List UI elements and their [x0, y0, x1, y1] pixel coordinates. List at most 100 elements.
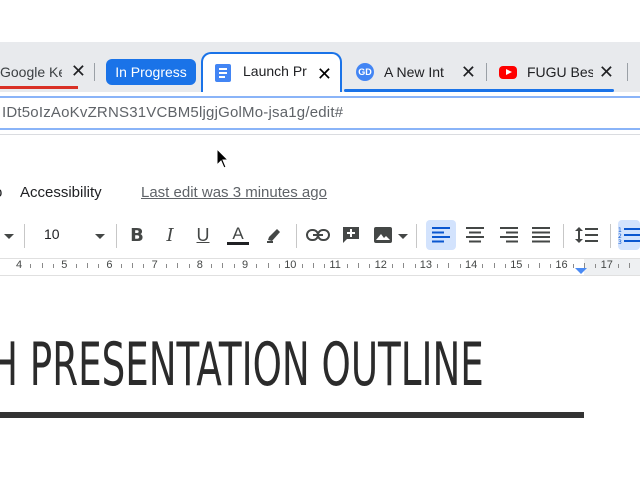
- ruler-tick: [222, 263, 224, 268]
- underline-icon[interactable]: U: [192, 220, 214, 250]
- ruler-tick: [30, 264, 32, 268]
- tab-fugu[interactable]: FUGU Bes ✕: [498, 55, 620, 89]
- menu-item-help-partial[interactable]: o: [0, 184, 2, 201]
- ruler-tick: [538, 263, 540, 268]
- google-docs-icon: [215, 64, 231, 82]
- ruler-tick: [482, 264, 484, 268]
- toolbar-divider: [296, 224, 297, 248]
- tab-group-chip[interactable]: In Progress: [106, 59, 196, 85]
- ruler-number: 15: [510, 259, 523, 271]
- ruler-tick: [41, 263, 43, 268]
- insert-image-icon[interactable]: [372, 220, 394, 250]
- image-dropdown-caret-icon[interactable]: [398, 234, 408, 239]
- last-edit-link[interactable]: Last edit was 3 minutes ago: [141, 184, 327, 201]
- ruler-tick: [550, 264, 552, 268]
- ruler-tick: [256, 264, 258, 268]
- align-left-icon[interactable]: [426, 220, 456, 250]
- ruler-number: 5: [61, 259, 68, 271]
- right-indent-marker-icon[interactable]: [575, 268, 587, 274]
- ruler-tick: [98, 264, 100, 268]
- ruler-tick: [132, 263, 133, 268]
- ruler-tick: [414, 264, 416, 268]
- tab-title: Google Ke: [0, 64, 62, 80]
- browser-top-area: [0, 0, 640, 42]
- toolbar-divider: [563, 224, 564, 248]
- toolbar-divider: [610, 224, 611, 248]
- ruler-number: 14: [465, 259, 478, 271]
- ruler-tick: [165, 264, 167, 268]
- ruler-tick: [143, 264, 145, 268]
- ruler-number: 6: [106, 259, 113, 271]
- ruler-tick: [324, 264, 326, 268]
- ruler-tick: [86, 263, 88, 268]
- line-spacing-icon[interactable]: [574, 220, 600, 250]
- mouse-pointer-icon: [216, 148, 230, 169]
- bold-icon[interactable]: B: [126, 220, 148, 250]
- ruler-number: 7: [151, 259, 158, 271]
- highlight-icon[interactable]: [262, 220, 286, 250]
- font-dropdown-caret-icon[interactable]: [4, 234, 14, 239]
- ruler-tick: [403, 263, 405, 268]
- tab-title: A New Int: [384, 64, 444, 80]
- tab-title: FUGU Bes: [527, 64, 593, 80]
- ruler-tick: [595, 264, 597, 268]
- ruler[interactable]: [0, 258, 640, 276]
- ruler-number: 16: [555, 259, 568, 271]
- url-text[interactable]: IDt5oIzAoKvZRNS31VCBM5ljgjGolMo-jsa1g/ed…: [2, 104, 343, 121]
- ruler-number: 12: [374, 259, 387, 271]
- italic-icon[interactable]: I: [160, 220, 180, 250]
- close-icon[interactable]: ✕: [71, 62, 86, 80]
- ruler-tick: [448, 263, 450, 268]
- align-right-icon[interactable]: [498, 220, 520, 250]
- tab-google-keep[interactable]: Google Ke ✕: [0, 55, 92, 89]
- ruler-tick: [267, 263, 269, 268]
- ruler-number: 8: [196, 259, 203, 271]
- ruler-number: 4: [16, 259, 23, 271]
- close-icon[interactable]: ✕: [461, 63, 476, 81]
- link-icon[interactable]: [305, 220, 331, 250]
- ruler-tick: [188, 264, 190, 268]
- font-size-caret-icon[interactable]: [95, 234, 105, 239]
- ruler-tick: [617, 264, 619, 268]
- justify-icon[interactable]: [530, 220, 552, 250]
- align-center-icon[interactable]: [464, 220, 486, 250]
- close-icon[interactable]: ✕: [317, 64, 332, 85]
- tab-separator: [627, 63, 628, 81]
- gd-icon: GD: [356, 63, 374, 81]
- ruler-tick: [301, 264, 303, 268]
- tab-group-indicator: [0, 86, 78, 89]
- ruler-tick: [346, 264, 348, 268]
- tab-a-new-int[interactable]: GD A New Int ✕: [356, 55, 480, 89]
- text-color-icon[interactable]: A: [226, 220, 250, 250]
- ruler-tick: [358, 263, 359, 268]
- tab-separator: [486, 63, 487, 81]
- numbered-list-icon[interactable]: 123: [618, 220, 640, 250]
- add-comment-icon[interactable]: [340, 220, 362, 250]
- ruler-tick: [233, 264, 235, 268]
- heading-underline-rule: [0, 412, 584, 418]
- ruler-tick: [211, 264, 213, 268]
- ruler-tick: [278, 264, 280, 268]
- ruler-tick: [504, 264, 506, 268]
- ruler-tick: [459, 264, 461, 268]
- toolbar-divider: [116, 224, 117, 248]
- close-icon[interactable]: ✕: [599, 63, 614, 81]
- ruler-tick: [75, 264, 77, 268]
- tab-launch-presentation[interactable]: Launch Pr ✕: [201, 52, 342, 92]
- ruler-tick: [369, 264, 371, 268]
- ruler-tick: [120, 264, 122, 268]
- tab-title: Launch Pr: [243, 63, 307, 79]
- ruler-number: 9: [242, 259, 249, 271]
- menu-item-accessibility[interactable]: Accessibility: [20, 184, 102, 201]
- ruler-number: 10: [284, 259, 297, 271]
- ruler-tick: [572, 264, 574, 268]
- ruler-number: 17: [600, 259, 613, 271]
- document-heading[interactable]: H PRESENTATION OUTLINE: [0, 330, 484, 400]
- toolbar-divider: [416, 224, 417, 248]
- ruler-tick: [629, 263, 631, 268]
- font-size-input[interactable]: 10: [44, 226, 60, 242]
- tab-separator: [94, 63, 95, 81]
- ruler-tick: [312, 263, 314, 268]
- ruler-tick: [52, 264, 54, 268]
- toolbar-divider: [24, 224, 25, 248]
